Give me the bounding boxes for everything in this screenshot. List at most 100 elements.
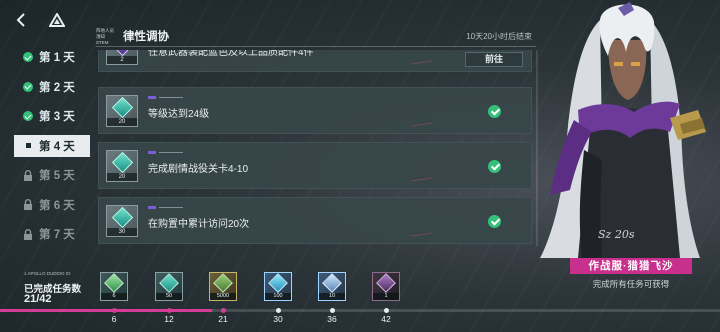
milestone-qty: 6 — [101, 293, 127, 300]
milestone-qty: 100 — [265, 293, 291, 300]
decor-line — [411, 60, 433, 65]
lock-icon — [22, 199, 34, 211]
header-caption: 阵地人员须知 STEM — [96, 28, 114, 45]
task-row: 2 任意武器装配蓝色及以上品质配件4件 前往 — [98, 50, 532, 72]
milestone-reward-12[interactable]: 50 — [155, 272, 183, 301]
reward-item[interactable]: 20 — [106, 150, 138, 182]
task-description: 等级达到24级 — [148, 109, 210, 120]
milestone-dot — [384, 308, 389, 313]
task-row: 30 在购置中累计访问20次 — [98, 197, 532, 244]
completed-check-icon — [488, 105, 501, 118]
day-label: 第 7 天 — [39, 229, 75, 241]
event-screen: 第 1 天 第 2 天 第 3 天 第 4 天 第 5 天 第 6 天 第 7 … — [0, 0, 720, 332]
task-tag — [148, 151, 186, 154]
crystal-icon — [104, 273, 124, 293]
decor-line — [411, 232, 433, 237]
back-button[interactable] — [8, 8, 34, 32]
task-tag — [148, 96, 186, 99]
decor-line — [411, 177, 433, 182]
day-label: 第 5 天 — [39, 170, 75, 182]
home-button[interactable] — [44, 8, 70, 32]
milestone-reward-30[interactable]: 100 — [264, 272, 292, 301]
outfit-name-badge[interactable]: 作战服·猎猎飞沙 — [570, 258, 692, 274]
completed-check-icon — [488, 215, 501, 228]
progress-fill — [0, 309, 212, 312]
reward-item[interactable]: 2 — [106, 50, 138, 65]
milestone-label: 21 — [218, 314, 228, 324]
lock-icon — [22, 169, 34, 181]
day-tab-2[interactable]: 第 2 天 — [14, 76, 90, 98]
task-panel-header: 阵地人员须知 STEM 律性调协 10天20小时后结束 — [96, 25, 536, 47]
active-square-icon — [22, 140, 34, 152]
goto-button[interactable]: 前往 — [465, 52, 523, 67]
day-tab-5[interactable]: 第 5 天 — [14, 164, 90, 186]
milestone-reward-21[interactable]: 5000 — [209, 272, 237, 301]
milestone-label: 30 — [273, 314, 283, 324]
task-tag — [148, 206, 186, 209]
crystal-icon — [111, 206, 134, 229]
header-divider — [96, 46, 536, 47]
day-sidebar: 第 1 天 第 2 天 第 3 天 第 4 天 第 5 天 第 6 天 第 7 … — [14, 46, 90, 253]
reward-item[interactable]: 20 — [106, 95, 138, 127]
home-triangle-icon — [49, 13, 65, 27]
reward-item[interactable]: 30 — [106, 205, 138, 237]
back-arrow-icon — [16, 13, 25, 27]
day-label: 第 2 天 — [39, 81, 75, 94]
task-row: 20 等级达到24级 — [98, 87, 532, 134]
task-description: 任意武器装配蓝色及以上品质配件4件 — [148, 50, 314, 58]
milestone-reward-36[interactable]: 10 — [318, 272, 346, 301]
task-list[interactable]: 2 任意武器装配蓝色及以上品质配件4件 前往 20 等级达到24级 20 完成剧… — [98, 50, 532, 248]
task-description: 完成剧情战役关卡4-10 — [148, 164, 249, 175]
milestone-qty: 50 — [156, 293, 182, 300]
day-tab-4[interactable]: 第 4 天 — [14, 134, 90, 157]
day-label: 第 4 天 — [39, 140, 75, 153]
crystal-icon — [159, 273, 179, 293]
milestone-label: 6 — [111, 314, 117, 324]
outfit-note: 完成所有任务可获得 — [592, 279, 670, 289]
reward-qty: 30 — [107, 228, 137, 236]
milestone-dot — [221, 308, 226, 313]
day-tab-6[interactable]: 第 6 天 — [14, 194, 90, 216]
time-remaining: 10天20小时后结束 — [466, 32, 532, 41]
crystal-icon — [111, 96, 134, 119]
task-row: 20 完成剧情战役关卡4-10 — [98, 142, 532, 189]
character-signature: Sz 20s — [598, 228, 635, 241]
day-tab-3[interactable]: 第 3 天 — [14, 105, 90, 127]
day-tab-1[interactable]: 第 1 天 — [14, 46, 90, 68]
reward-qty: 20 — [107, 118, 137, 126]
milestone-qty: 10 — [319, 293, 345, 300]
crystal-icon — [111, 151, 134, 174]
check-icon — [22, 81, 34, 93]
milestone-dot — [167, 308, 172, 313]
character-illustration — [530, 0, 720, 260]
lock-icon — [22, 228, 34, 240]
panel-title: 律性调协 — [123, 31, 169, 43]
check-icon — [22, 51, 34, 63]
progress-count: 21/42 — [24, 293, 52, 305]
day-tab-7[interactable]: 第 7 天 — [14, 223, 90, 245]
completed-check-icon — [488, 160, 501, 173]
day-label: 第 6 天 — [39, 199, 75, 212]
reward-qty: 20 — [107, 173, 137, 181]
milestone-label: 36 — [327, 314, 337, 324]
check-icon — [22, 110, 34, 122]
milestone-dot — [112, 308, 117, 313]
outfit-box-icon — [376, 273, 396, 293]
day-label: 第 1 天 — [39, 52, 75, 64]
milestone-reward-6[interactable]: 6 — [100, 272, 128, 301]
crystal-icon — [268, 273, 288, 293]
milestone-label: 42 — [381, 314, 391, 324]
milestone-dot — [330, 308, 335, 313]
day-label: 第 3 天 — [39, 111, 75, 123]
progress-caption: 1 APOLLO DUDDIO IO — [24, 271, 71, 276]
progress-bar — [0, 309, 720, 312]
reward-qty: 2 — [107, 56, 137, 64]
decor-line — [411, 122, 433, 127]
milestone-qty: 1 — [373, 293, 399, 300]
milestone-reward-42[interactable]: 1 — [372, 272, 400, 301]
ticket-icon — [322, 273, 342, 293]
milestone-label: 12 — [164, 314, 174, 324]
milestone-qty: 5000 — [210, 293, 236, 300]
milestone-dot — [276, 308, 281, 313]
task-description: 在购置中累计访问20次 — [148, 219, 250, 230]
